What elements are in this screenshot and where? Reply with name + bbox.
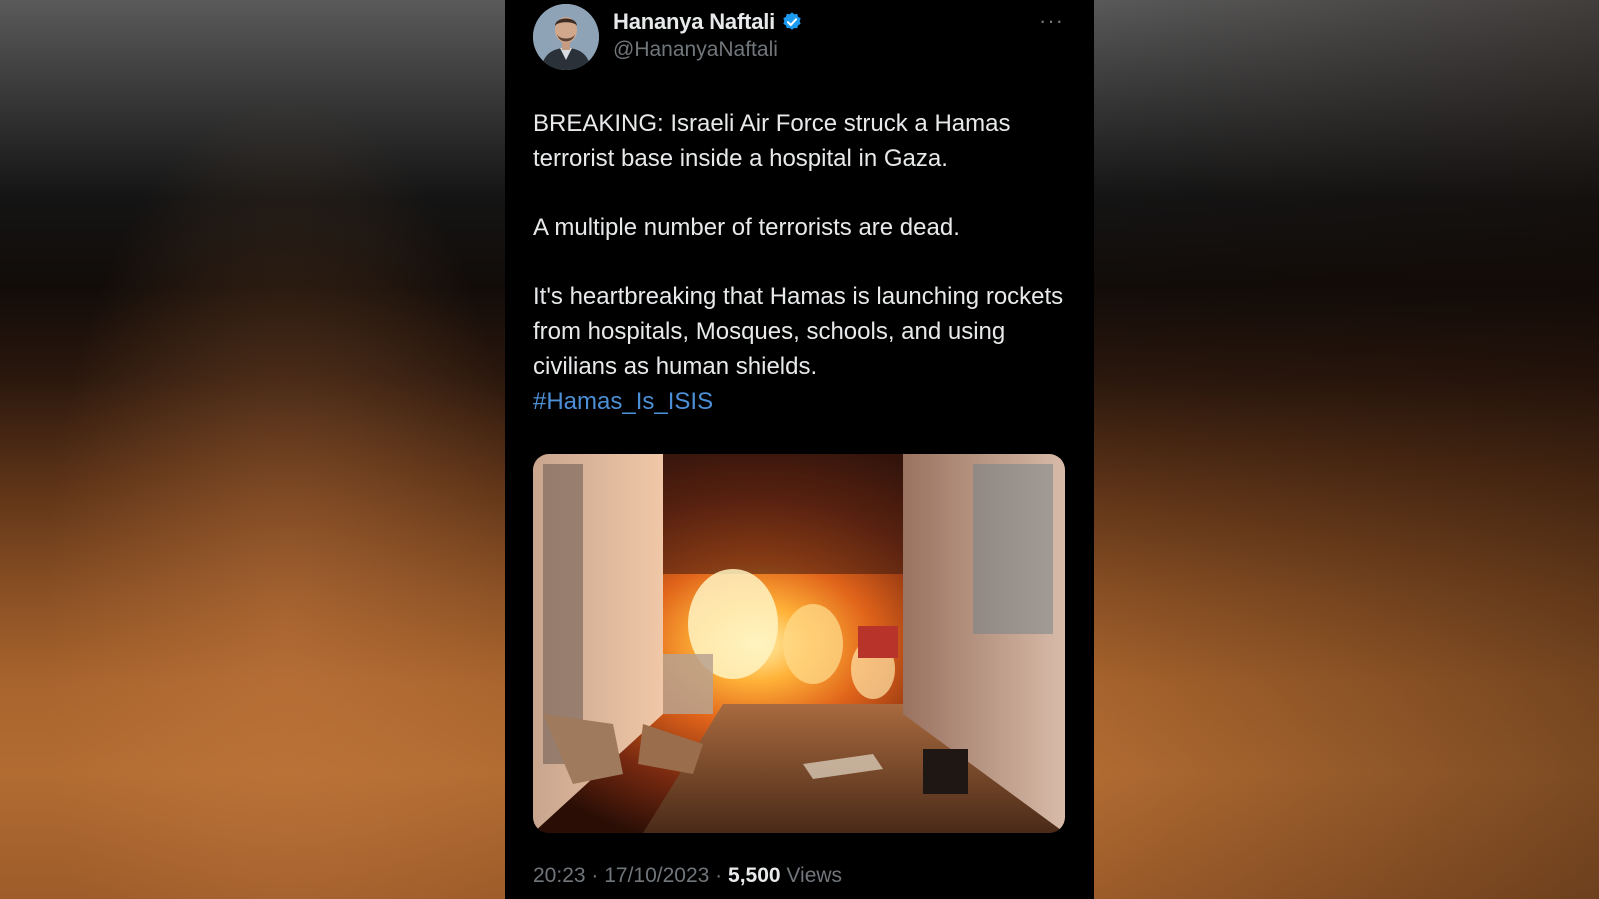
avatar[interactable] — [533, 4, 599, 70]
tweet-date[interactable]: 17/10/2023 — [604, 864, 709, 887]
tweet-text: BREAKING: Israeli Air Force struck a Ham… — [533, 106, 1073, 419]
tweet-paragraph-3: It's heartbreaking that Hamas is launchi… — [533, 279, 1073, 419]
author-name-row[interactable]: Hananya Naftali — [613, 7, 803, 37]
fire-scene-photo — [533, 454, 1065, 833]
tweet-paragraph-1: BREAKING: Israeli Air Force struck a Ham… — [533, 110, 1011, 172]
screenshot-stage: Hananya Naftali @HananyaNaftali ··· BREA… — [0, 0, 1599, 899]
tweet-card: Hananya Naftali @HananyaNaftali ··· BREA… — [505, 0, 1094, 899]
tweet-paragraph-3-text: It's heartbreaking that Hamas is launchi… — [533, 283, 1064, 380]
tweet-paragraph-2: A multiple number of terrorists are dead… — [533, 214, 960, 241]
blurred-background-right — [1079, 0, 1599, 899]
tweet-time[interactable]: 20:23 — [533, 864, 586, 887]
tweet-media-image[interactable] — [533, 454, 1065, 833]
meta-separator: · — [585, 864, 605, 887]
more-dots-icon[interactable]: ··· — [1039, 8, 1064, 34]
tweet-meta: 20:23 · 17/10/2023 · 5,500 Views — [533, 864, 842, 888]
verified-badge-icon — [781, 11, 803, 33]
views-label: Views — [786, 864, 843, 887]
blurred-background-left — [0, 0, 520, 899]
avatar-portrait-icon — [533, 4, 599, 70]
views-count: 5,500 — [728, 864, 781, 887]
hashtag-link[interactable]: #Hamas_Is_ISIS — [533, 384, 1073, 419]
meta-separator: · — [709, 864, 729, 887]
author-handle[interactable]: @HananyaNaftali — [613, 38, 778, 62]
author-name[interactable]: Hananya Naftali — [613, 9, 775, 35]
